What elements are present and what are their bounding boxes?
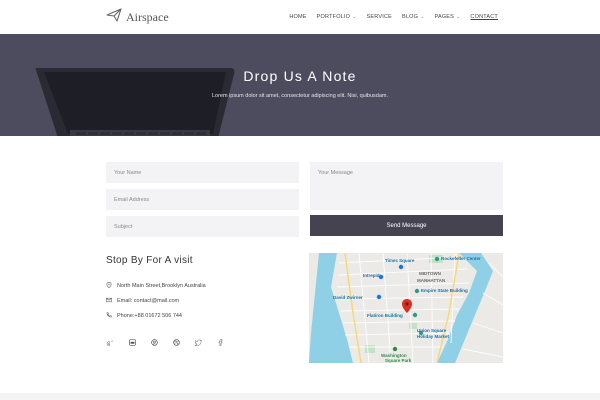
subject-placeholder: Subject: [114, 223, 133, 230]
phone-row: Phone:+88 01672 506 744: [106, 312, 182, 320]
nav-item-pages[interactable]: PAGES ⌄: [434, 14, 460, 20]
brand-name: Airspace: [126, 10, 169, 24]
nav-item-service[interactable]: SERVICE: [367, 14, 392, 20]
nav-label: PAGES: [434, 14, 455, 20]
map-label-flatiron: Flatiron Building: [367, 313, 403, 318]
location-pin-icon: [106, 281, 112, 290]
map-label-rockefeller: Rockefeller Center: [441, 256, 481, 261]
page-title: Drop Us A Note: [243, 68, 357, 84]
map-label-zwirner: David Zwirner: [333, 295, 363, 300]
phone-text: Phone:+88 01672 506 744: [117, 313, 182, 319]
map-label-empire: Empire State Building: [421, 288, 468, 293]
name-field[interactable]: Your Name: [106, 162, 299, 183]
nav-label: BLOG: [402, 14, 419, 20]
email-placeholder: Email Address: [114, 196, 150, 203]
google-plus-icon[interactable]: g +: [106, 338, 114, 346]
main-nav: HOME PORTFOLIO ⌄ SERVICE BLOG ⌄ PAGES ⌄ CON…: [289, 14, 498, 20]
svg-text:+: +: [111, 339, 113, 343]
nav-item-home[interactable]: HOME: [289, 14, 306, 20]
brand-logo[interactable]: Airspace: [106, 8, 169, 27]
social-links: g +: [106, 338, 224, 346]
subject-field[interactable]: Subject: [106, 216, 299, 237]
email-row: Email: contact@mail.com: [106, 297, 179, 305]
map-label-manhattan: MANHATTAN: [417, 278, 446, 283]
map-label-holiday-market: Holiday Market: [417, 334, 450, 339]
nav-item-blog[interactable]: BLOG ⌄: [402, 14, 424, 20]
map-label-midtown: MIDTOWN: [419, 271, 441, 276]
site-header: Airspace HOME PORTFOLIO ⌄ SERVICE BLOG ⌄ P…: [0, 0, 600, 34]
hero-subtitle: Lorem ipsum dolor sit amet, consectetur …: [211, 93, 389, 99]
visit-heading: Stop By For A visit: [106, 255, 193, 266]
envelope-icon: [106, 297, 112, 305]
message-field[interactable]: Your Message: [310, 162, 503, 210]
footer-band: [0, 393, 600, 400]
map-label-union-square: Union Square: [417, 328, 447, 333]
send-label: Send Message: [386, 222, 427, 229]
svg-text:g: g: [107, 340, 110, 345]
phone-icon: [106, 312, 112, 320]
nav-label: SERVICE: [366, 14, 392, 20]
send-message-button[interactable]: Send Message: [310, 215, 503, 236]
dribbble-icon[interactable]: [172, 338, 180, 346]
map-label-square-park: Square Park: [385, 358, 412, 363]
nav-label: PORTFOLIO: [316, 14, 351, 20]
chevron-down-icon: ⌄: [420, 14, 425, 20]
map-graphic: [309, 253, 503, 363]
map-label-times-square: Times Square: [385, 258, 415, 263]
chevron-down-icon: ⌄: [456, 14, 461, 20]
nav-item-portfolio[interactable]: PORTFOLIO ⌄: [317, 14, 357, 20]
name-placeholder: Your Name: [114, 169, 142, 176]
chevron-down-icon: ⌄: [352, 14, 357, 20]
nav-label: HOME: [289, 14, 307, 20]
location-map[interactable]: Times Square Rockefeller Center Intrepid…: [309, 253, 503, 363]
twitter-icon[interactable]: [194, 338, 202, 346]
hero-banner: Drop Us A Note Lorem ipsum dolor sit ame…: [0, 34, 600, 136]
address-row: North Main Street,Brooklyn Australia: [106, 281, 206, 290]
pinterest-icon[interactable]: [150, 338, 158, 346]
map-label-intrepid: Intrepid: [363, 273, 380, 278]
email-text[interactable]: Email: contact@mail.com: [117, 298, 179, 304]
message-placeholder: Your Message: [318, 170, 353, 176]
nav-label: CONTACT: [470, 14, 498, 20]
email-field[interactable]: Email Address: [106, 189, 299, 210]
linkedin-icon[interactable]: [128, 338, 136, 346]
paper-plane-icon: [106, 8, 122, 27]
address-text: North Main Street,Brooklyn Australia: [117, 283, 206, 289]
facebook-icon[interactable]: [216, 338, 224, 346]
nav-item-contact[interactable]: CONTACT: [470, 14, 498, 20]
